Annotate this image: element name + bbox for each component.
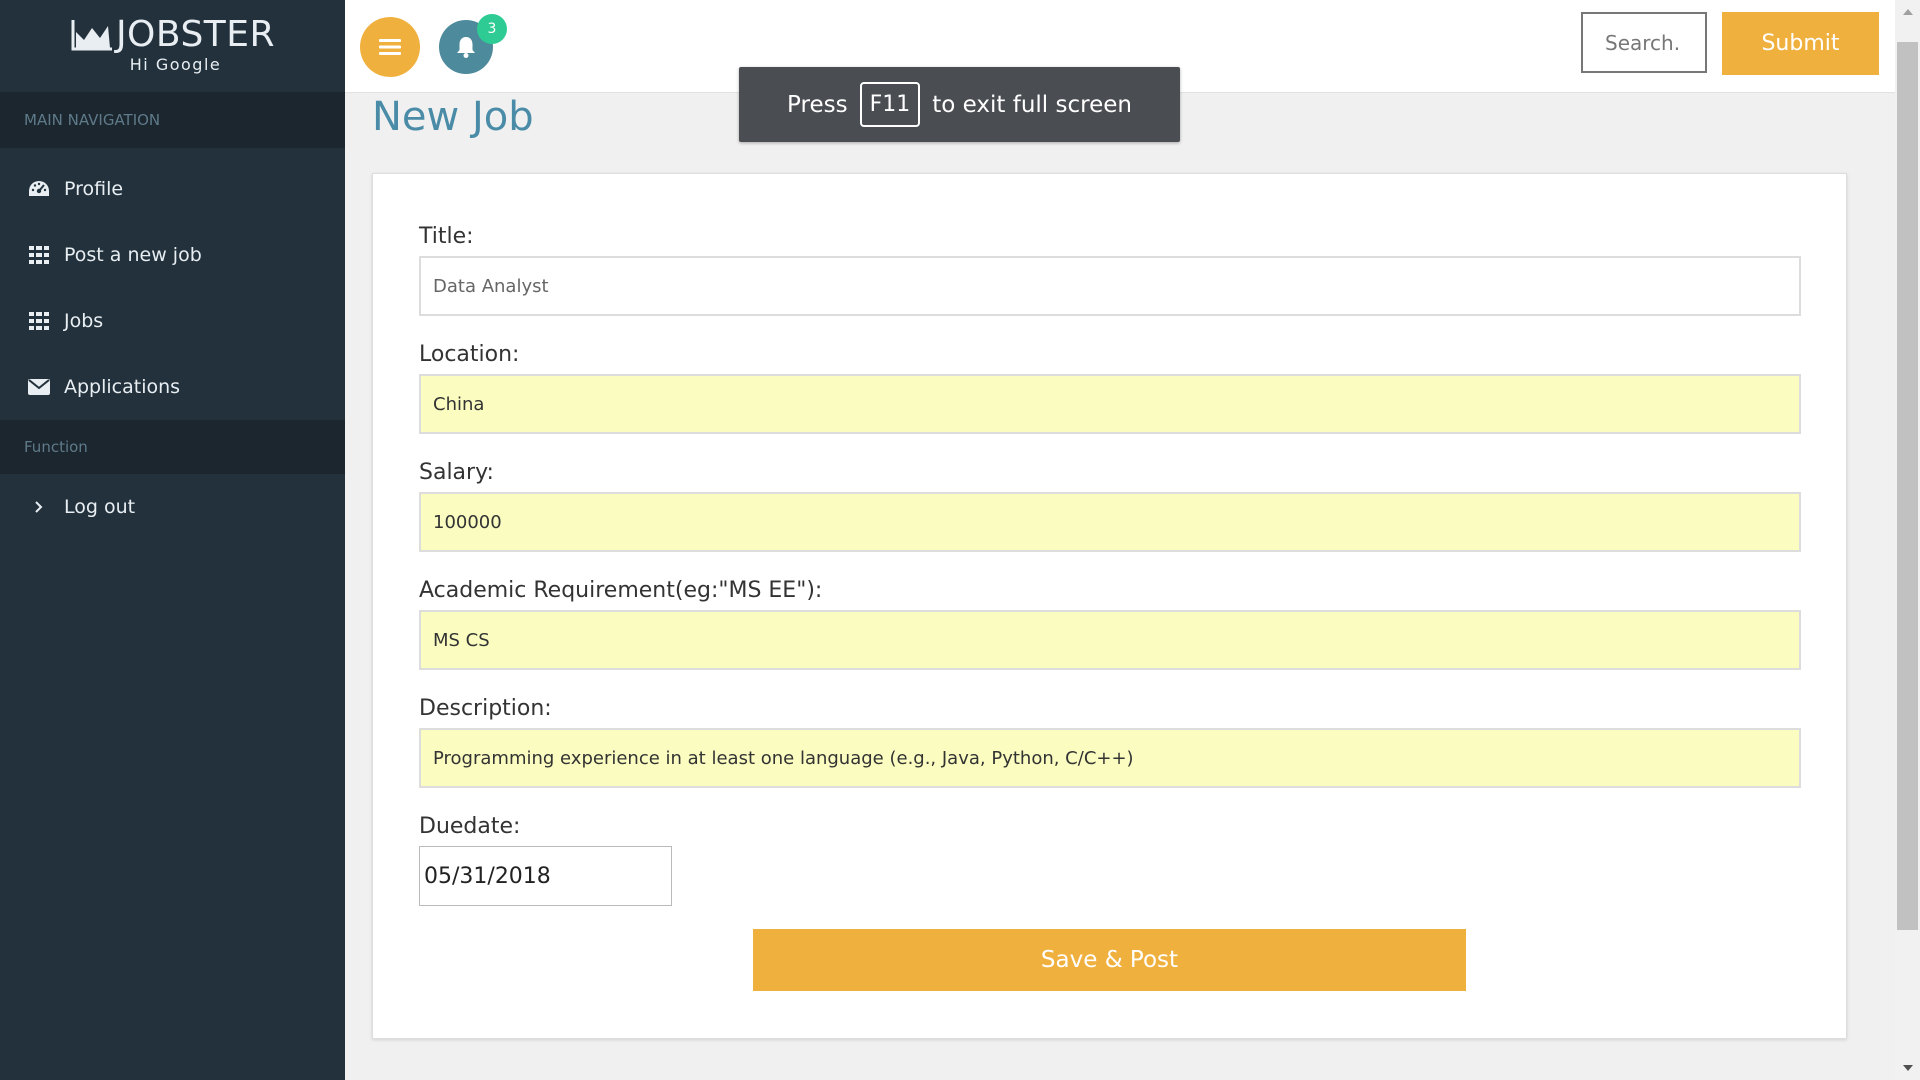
brand[interactable]: JOBSTER Hi Google: [0, 0, 345, 92]
bell-icon: [457, 37, 475, 58]
sidebar-item-post-new-job[interactable]: Post a new job: [0, 222, 345, 288]
toast-rest-text: to exit full screen: [932, 91, 1132, 118]
description-input[interactable]: [419, 728, 1801, 788]
dashboard-icon: [28, 179, 50, 199]
sidebar-item-label: Profile: [64, 178, 124, 200]
grid-icon: [28, 245, 50, 265]
page-scrollbar[interactable]: [1895, 0, 1920, 1080]
sidebar-item-label: Applications: [64, 376, 181, 398]
duedate-input[interactable]: [419, 846, 672, 906]
salary-label: Salary:: [419, 460, 494, 485]
salary-input[interactable]: [419, 492, 1801, 552]
chevron-right-icon: [28, 497, 50, 517]
submit-search-button[interactable]: Submit: [1722, 12, 1879, 75]
sidebar-item-label: Post a new job: [64, 244, 202, 266]
duedate-label: Duedate:: [419, 814, 521, 839]
chart-logo-icon: [71, 19, 112, 50]
user-greeting: Hi Google: [129, 55, 222, 74]
description-label: Description:: [419, 696, 552, 721]
function-header: Function: [0, 420, 345, 474]
fullscreen-exit-toast: Press F11 to exit full screen: [739, 67, 1180, 142]
toast-key: F11: [859, 82, 921, 127]
sidebar-item-label: Jobs: [64, 310, 104, 332]
location-label: Location:: [419, 342, 520, 367]
menu-toggle-button[interactable]: [360, 17, 420, 77]
sidebar-item-jobs[interactable]: Jobs: [0, 288, 345, 354]
location-input[interactable]: [419, 374, 1801, 434]
title-input[interactable]: [419, 256, 1801, 316]
sidebar-item-logout[interactable]: Log out: [0, 474, 345, 540]
new-job-form: Title: Location: Salary: Academic Requir…: [372, 173, 1847, 1039]
search-input[interactable]: [1581, 12, 1707, 73]
scroll-down-arrow-icon[interactable]: [1895, 1058, 1920, 1078]
sidebar-item-label: Log out: [64, 496, 136, 518]
academic-requirement-input[interactable]: [419, 610, 1801, 670]
title-label: Title:: [419, 224, 474, 249]
notification-count-badge: 3: [477, 14, 507, 44]
sidebar: JOBSTER Hi Google MAIN NAVIGATION Profil…: [0, 0, 345, 1080]
brand-name: JOBSTER: [115, 14, 276, 55]
grid-icon: [28, 311, 50, 331]
envelope-icon: [28, 377, 50, 397]
sidebar-item-profile[interactable]: Profile: [0, 156, 345, 222]
function-navigation: Log out: [0, 474, 345, 540]
academic-requirement-label: Academic Requirement(eg:"MS EE"):: [419, 578, 823, 603]
sidebar-item-applications[interactable]: Applications: [0, 354, 345, 420]
main-navigation: Profile Post a new job Jobs Applications: [0, 148, 345, 420]
save-and-post-button[interactable]: Save & Post: [753, 929, 1466, 991]
main-navigation-header: MAIN NAVIGATION: [0, 92, 345, 148]
toast-press-text: Press: [787, 91, 848, 118]
hamburger-icon: [379, 39, 401, 55]
scroll-thumb[interactable]: [1897, 42, 1918, 930]
page-title: New Job: [372, 94, 534, 140]
scroll-up-arrow-icon[interactable]: [1895, 2, 1920, 22]
